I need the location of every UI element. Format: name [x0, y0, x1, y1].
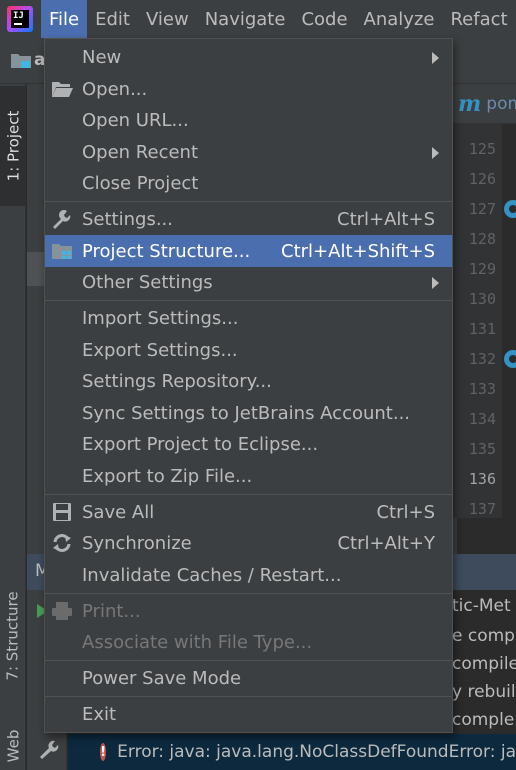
menu-code[interactable]: Code	[293, 0, 355, 38]
menu-item-associate-file-type[interactable]: Associate with File Type...	[45, 626, 452, 658]
menu-file[interactable]: File	[41, 0, 88, 38]
line-number: 137	[468, 500, 496, 518]
menu-item-project-structure[interactable]: Project Structure... Ctrl+Alt+Shift+S	[45, 235, 452, 267]
line-number: 129	[468, 260, 496, 278]
menu-bar: IJ File Edit View Navigate Code Analyze …	[0, 0, 516, 38]
shortcut-label: Ctrl+S	[376, 501, 435, 523]
project-tool-tab[interactable]: 1: Project	[0, 86, 26, 206]
menu-item-import-settings[interactable]: Import Settings...	[45, 302, 452, 334]
build-message: y rebuil	[452, 682, 516, 702]
line-number: 126	[468, 170, 496, 188]
error-message-text: Error: java: java.lang.NoClassDefFoundEr…	[117, 742, 516, 762]
maven-file-icon: m	[458, 90, 482, 117]
menu-separator	[45, 660, 452, 661]
menu-edit[interactable]: Edit	[87, 0, 138, 38]
menu-separator	[45, 201, 452, 202]
menu-analyze[interactable]: Analyze	[356, 0, 443, 38]
menu-item-export-settings[interactable]: Export Settings...	[45, 334, 452, 366]
line-number: 125	[468, 140, 496, 158]
build-message: comple	[452, 710, 515, 730]
line-number: 133	[468, 380, 496, 398]
menu-view[interactable]: View	[138, 0, 197, 38]
menu-item-settings-repository[interactable]: Settings Repository...	[45, 365, 452, 397]
project-tree-selection[interactable]	[27, 252, 45, 286]
save-icon	[53, 503, 71, 521]
shortcut-label: Ctrl+Alt+Shift+S	[281, 240, 435, 262]
menu-item-other-settings[interactable]: Other Settings	[45, 266, 452, 298]
menu-item-synchronize[interactable]: Synchronize Ctrl+Alt+Y	[45, 527, 452, 559]
menu-item-export-eclipse[interactable]: Export Project to Eclipse...	[45, 428, 452, 460]
menu-separator	[45, 494, 452, 495]
menu-item-close-project[interactable]: Close Project	[45, 167, 452, 199]
error-message-row[interactable]: ! Error: java: java.lang.NoClassDefFound…	[68, 734, 516, 770]
error-icon: !	[100, 743, 107, 761]
build-message: compile	[452, 654, 516, 674]
menu-item-open-recent[interactable]: Open Recent	[45, 136, 452, 168]
shortcut-label: Ctrl+Alt+S	[337, 208, 435, 230]
menu-item-new[interactable]: New	[45, 41, 452, 73]
line-number: 134	[468, 410, 496, 428]
intellij-logo-icon: IJ	[7, 6, 33, 32]
menu-item-export-zip[interactable]: Export to Zip File...	[45, 460, 452, 492]
submenu-arrow-icon	[432, 277, 439, 289]
shortcut-label: Ctrl+Alt+Y	[337, 532, 435, 554]
line-number: 131	[468, 320, 496, 338]
menu-navigate[interactable]: Navigate	[197, 0, 294, 38]
line-number: 127	[468, 200, 496, 218]
build-message: tic-Met	[452, 596, 511, 616]
wrench-icon[interactable]	[37, 738, 59, 760]
wrench-icon	[53, 210, 71, 229]
line-number: 132	[468, 350, 496, 368]
menu-item-sync-settings[interactable]: Sync Settings to JetBrains Account...	[45, 397, 452, 429]
line-number: 128	[468, 230, 496, 248]
project-folder-icon	[11, 54, 31, 68]
menu-refactor[interactable]: Refact	[442, 0, 515, 38]
web-tool-tab[interactable]: Web	[0, 722, 26, 770]
submenu-arrow-icon	[432, 147, 439, 159]
synchronize-icon	[53, 534, 71, 552]
editor-tab-pom[interactable]: m pom	[452, 84, 516, 124]
print-icon	[52, 602, 72, 620]
menu-item-exit[interactable]: Exit	[45, 698, 452, 730]
menu-item-settings[interactable]: Settings... Ctrl+Alt+S	[45, 203, 452, 235]
menu-separator	[45, 300, 452, 301]
menu-item-open[interactable]: Open...	[45, 73, 452, 105]
menu-item-save-all[interactable]: Save All Ctrl+S	[45, 496, 452, 528]
submenu-arrow-icon	[432, 52, 439, 64]
menu-separator	[45, 593, 452, 594]
line-number-current: 136	[468, 470, 496, 488]
open-folder-icon	[52, 82, 73, 97]
menu-item-power-save-mode[interactable]: Power Save Mode	[45, 662, 452, 694]
menu-item-invalidate-caches[interactable]: Invalidate Caches / Restart...	[45, 559, 452, 591]
menu-item-open-url[interactable]: Open URL...	[45, 104, 452, 136]
menu-separator	[45, 696, 452, 697]
menu-item-print[interactable]: Print...	[45, 595, 452, 627]
editor-tab-label: pom	[486, 93, 516, 114]
line-number: 130	[468, 290, 496, 308]
build-message: e comp	[452, 626, 515, 646]
line-number: 135	[468, 440, 496, 458]
structure-tool-tab[interactable]: 7: Structure	[0, 586, 26, 686]
file-menu-dropdown: New Open... Open URL... Open Recent Clos…	[44, 38, 453, 733]
override-marker-icon[interactable]	[504, 200, 516, 218]
override-marker-icon[interactable]	[504, 350, 516, 368]
project-structure-icon	[52, 244, 72, 259]
